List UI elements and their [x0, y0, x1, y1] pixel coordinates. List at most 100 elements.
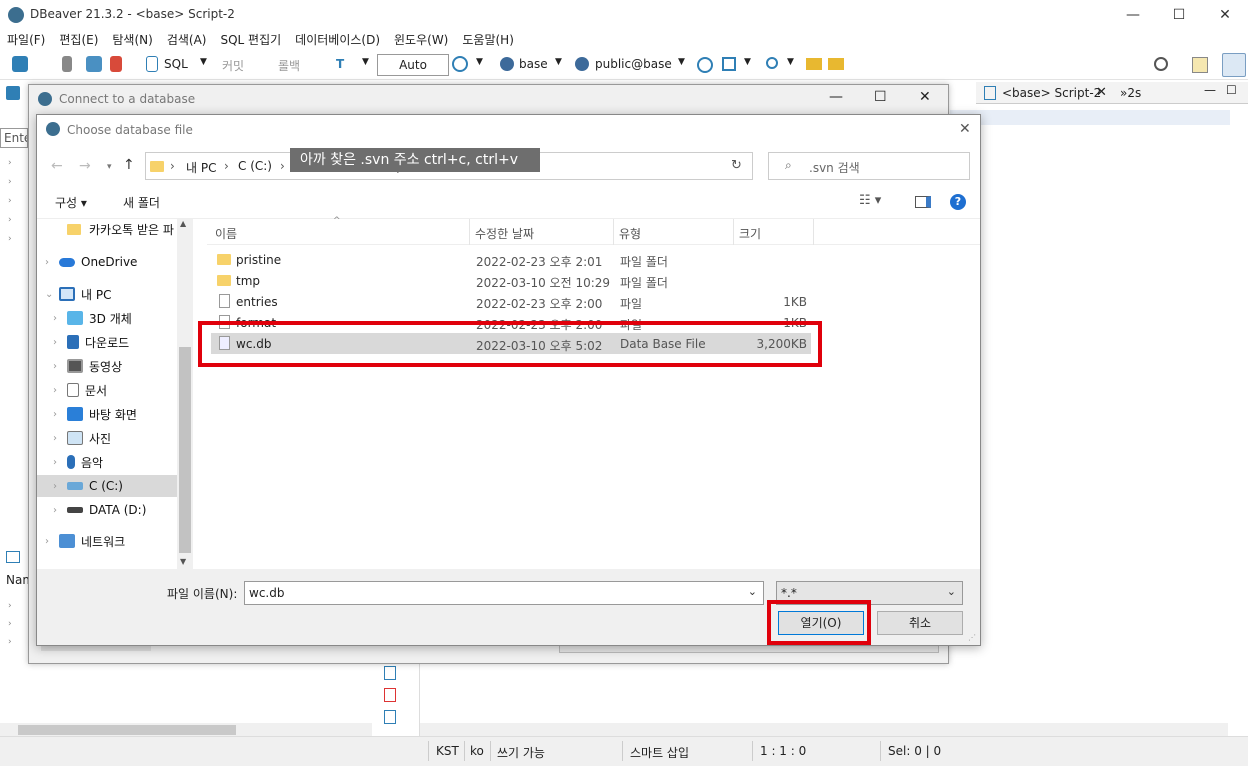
- search-icon: ⌕: [785, 158, 792, 172]
- connect-icon[interactable]: [86, 56, 102, 72]
- database-navigator: Ente ›››››: [0, 82, 28, 542]
- nav-item-c-drive[interactable]: › C (C:): [37, 475, 177, 497]
- search-input[interactable]: ⌕ .svn 검색: [768, 152, 970, 180]
- schema-icon: [575, 57, 589, 71]
- column-size[interactable]: 크기: [739, 225, 761, 242]
- maximize-icon[interactable]: ☐: [874, 89, 887, 105]
- nav-item-onedrive[interactable]: › OneDrive: [45, 251, 177, 273]
- tab-script-2[interactable]: <base> Script-2: [1002, 86, 1101, 100]
- navigation-scroll-thumb[interactable]: [179, 347, 191, 553]
- resize-grip-icon[interactable]: ⋰: [968, 633, 976, 642]
- nav-item-music[interactable]: › 음악: [53, 451, 177, 473]
- sql-button[interactable]: SQL: [164, 57, 188, 71]
- recent-dropdown-icon[interactable]: ▾: [107, 162, 112, 172]
- breadcrumb-c-drive[interactable]: C (C:): [238, 159, 272, 173]
- highlight-box-wc-db: [198, 321, 822, 367]
- menu-search[interactable]: 검색(A): [160, 30, 214, 50]
- file-row-entries[interactable]: entries 2022-02-23 오후 2:00 파일 1KB: [211, 291, 811, 312]
- tab-close-icon[interactable]: ✕: [1096, 85, 1107, 100]
- preview-pane-icon[interactable]: [915, 196, 931, 208]
- new-connection-icon[interactable]: [12, 56, 28, 72]
- menu-database[interactable]: 데이터베이스(D): [288, 30, 387, 50]
- tools-icon[interactable]: [722, 57, 736, 71]
- command-bar: 구성 ▾ 새 폴더 ☷ ▾ ?: [37, 185, 980, 219]
- up-icon[interactable]: ↑: [123, 157, 135, 173]
- status-bar: KST ko 쓰기 가능 스마트 삽입 1 : 1 : 0 Sel: 0 | 0: [0, 736, 1248, 766]
- menu-file[interactable]: 파일(F): [0, 30, 52, 50]
- nav-item-d-drive[interactable]: › DATA (D:): [53, 499, 177, 521]
- minimize-view-icon[interactable]: —: [1204, 83, 1216, 97]
- nav-item-this-pc[interactable]: ⌄ 내 PC: [45, 283, 177, 305]
- menu-sql-editor[interactable]: SQL 편집기: [213, 30, 288, 50]
- global-search-icon[interactable]: [1154, 57, 1168, 71]
- transaction-mode-icon[interactable]: T: [336, 57, 344, 71]
- sql-editor-icon[interactable]: [146, 56, 158, 72]
- panel-icon[interactable]: [384, 688, 396, 702]
- navigator-filter-input[interactable]: Ente: [0, 128, 28, 148]
- panel-icon[interactable]: [384, 710, 396, 724]
- refresh-button[interactable]: ↻: [723, 152, 753, 180]
- commit-button[interactable]: 커밋: [222, 57, 244, 74]
- more-tabs[interactable]: »2s: [1120, 86, 1141, 100]
- disconnect-icon[interactable]: [110, 56, 122, 72]
- file-dialog-title: Choose database file: [67, 123, 193, 137]
- rollback-button[interactable]: 롤백: [278, 57, 300, 74]
- back-icon[interactable]: ←: [51, 158, 63, 174]
- column-name[interactable]: 이름: [215, 225, 237, 242]
- forward-arrow-icon[interactable]: [828, 58, 844, 70]
- nav-item-pictures[interactable]: › 사진: [53, 427, 177, 449]
- minimize-icon[interactable]: —: [829, 89, 843, 105]
- minimize-icon[interactable]: —: [1110, 0, 1156, 30]
- nav-item-videos[interactable]: › 동영상: [53, 355, 177, 377]
- pc-icon: [59, 287, 75, 301]
- file-row-pristine[interactable]: pristine 2022-02-23 오후 2:01 파일 폴더: [211, 249, 811, 270]
- menu-help[interactable]: 도움말(H): [455, 30, 521, 50]
- view-options-icon[interactable]: ☷ ▾: [859, 193, 881, 208]
- new-folder-button[interactable]: 새 폴더: [123, 194, 160, 211]
- back-arrow-icon[interactable]: [806, 58, 822, 70]
- perspective-icon[interactable]: [1192, 57, 1208, 73]
- forward-icon[interactable]: →: [79, 158, 91, 174]
- panel-icon[interactable]: [384, 666, 396, 680]
- nav-item-desktop[interactable]: › 바탕 화면: [53, 403, 177, 425]
- cancel-button[interactable]: 취소: [877, 611, 963, 635]
- nav-item-network[interactable]: › 네트워크: [45, 530, 177, 552]
- dbeaver-perspective-icon[interactable]: [1222, 53, 1246, 77]
- maximize-view-icon[interactable]: ☐: [1226, 83, 1237, 97]
- postgres-icon: [500, 57, 514, 71]
- search-icon[interactable]: [766, 57, 778, 69]
- editor-scrollbar[interactable]: [420, 723, 1228, 737]
- nav-item-kakao[interactable]: 카카오톡 받은 파: [67, 218, 177, 240]
- dbeaver-logo-icon: [38, 92, 52, 106]
- file-row-tmp[interactable]: tmp 2022-03-10 오전 10:29 파일 폴더: [211, 270, 811, 291]
- plug-icon[interactable]: [62, 56, 72, 72]
- close-icon[interactable]: ✕: [959, 121, 971, 137]
- organize-button[interactable]: 구성 ▾: [55, 194, 87, 211]
- datasource-selector[interactable]: base: [519, 57, 548, 71]
- horizontal-scrollbar[interactable]: [0, 723, 372, 737]
- folder-icon: [67, 223, 81, 235]
- folder-icon: [217, 254, 231, 265]
- column-date[interactable]: 수정한 날짜: [475, 225, 534, 242]
- history-icon[interactable]: [452, 56, 468, 72]
- nav-item-documents[interactable]: › 문서: [53, 379, 177, 401]
- filetype-value: *.*: [781, 586, 797, 600]
- dashboard-icon[interactable]: [697, 57, 713, 73]
- nav-item-3d-objects[interactable]: › 3D 개체: [53, 307, 177, 329]
- filename-input[interactable]: wc.db ⌄: [244, 581, 764, 605]
- close-icon[interactable]: ✕: [919, 89, 931, 105]
- menu-navigate[interactable]: 탐색(N): [105, 30, 159, 50]
- help-icon[interactable]: ?: [950, 194, 966, 210]
- auto-commit-box[interactable]: Auto: [377, 54, 449, 76]
- close-icon[interactable]: ✕: [1202, 0, 1248, 30]
- connect-dialog-title: Connect to a database: [59, 92, 196, 106]
- script-icon: [984, 86, 996, 100]
- maximize-icon[interactable]: ☐: [1156, 0, 1202, 30]
- column-type[interactable]: 유형: [619, 225, 641, 242]
- menu-window[interactable]: 윈도우(W): [387, 30, 455, 50]
- filename-dropdown-icon[interactable]: ⌄: [748, 585, 757, 598]
- nav-item-downloads[interactable]: › 다운로드: [53, 331, 177, 353]
- menu-edit[interactable]: 편집(E): [52, 30, 105, 50]
- schema-selector[interactable]: public@base: [595, 57, 672, 71]
- breadcrumb-pc[interactable]: 내 PC: [186, 159, 216, 176]
